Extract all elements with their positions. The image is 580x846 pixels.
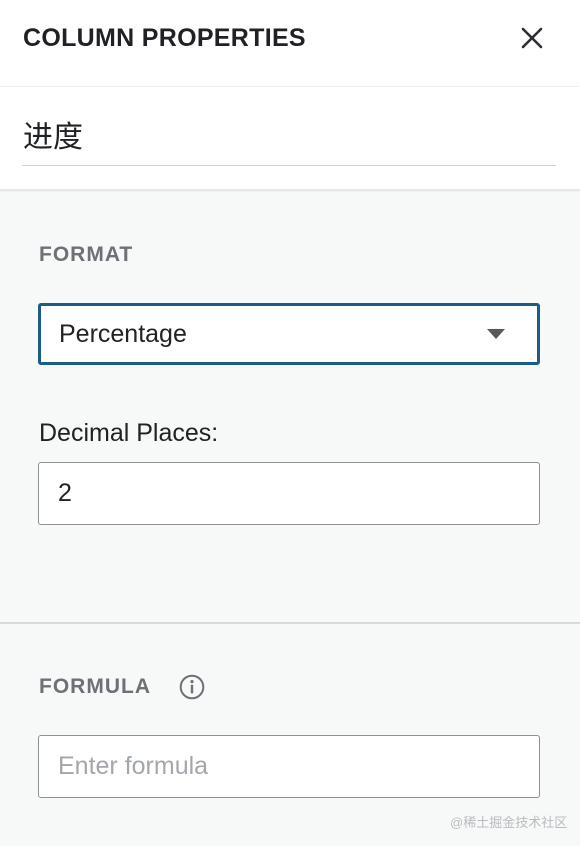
close-button[interactable] — [510, 18, 554, 58]
column-name-input[interactable] — [22, 108, 556, 160]
header-divider — [0, 86, 580, 87]
column-name-field[interactable] — [22, 108, 556, 166]
format-section-label: FORMAT — [39, 243, 134, 266]
format-select-value: Percentage — [59, 319, 187, 348]
formula-section-label: FORMULA — [39, 675, 151, 698]
watermark: @稀土掘金技术社区 — [450, 815, 568, 830]
formula-field[interactable] — [38, 735, 540, 798]
decimal-places-input[interactable] — [39, 463, 539, 524]
decimal-places-field[interactable] — [38, 462, 540, 525]
panel-header: COLUMN PROPERTIES — [0, 0, 580, 190]
chevron-down-icon — [487, 329, 505, 339]
decimal-places-label: Decimal Places: — [39, 419, 219, 447]
panel-title: COLUMN PROPERTIES — [23, 24, 306, 52]
formula-input[interactable] — [39, 736, 539, 797]
info-icon[interactable] — [179, 674, 205, 700]
format-section: FORMAT Percentage Decimal Places: — [0, 191, 580, 623]
close-icon — [521, 27, 543, 49]
column-properties-panel: COLUMN PROPERTIES FORMAT Percentage Deci… — [0, 0, 580, 846]
format-select[interactable]: Percentage — [38, 303, 540, 365]
